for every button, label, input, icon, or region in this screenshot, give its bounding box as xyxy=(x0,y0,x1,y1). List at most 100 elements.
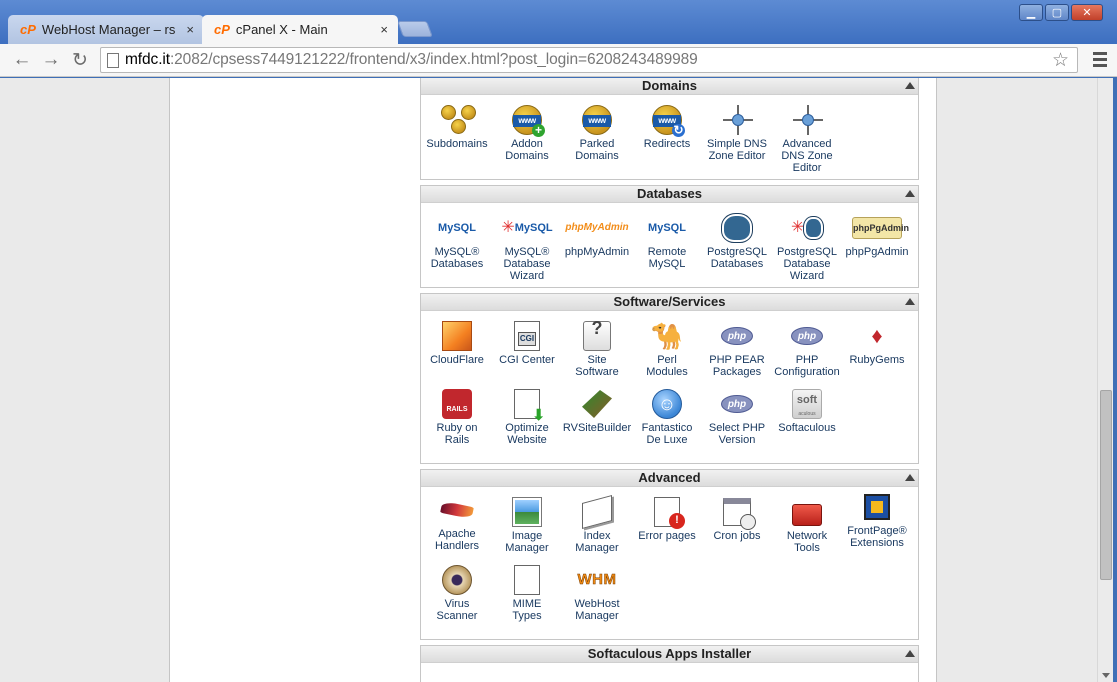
tab-cpanel-main[interactable]: cP cPanel X - Main × xyxy=(202,15,398,44)
item-postgresql-databases[interactable]: PostgreSQL Databases xyxy=(697,213,777,270)
item-php-pear[interactable]: php PHP PEAR Packages xyxy=(697,321,777,378)
item-subdomains[interactable]: Subdomains xyxy=(417,105,497,150)
item-label: Redirects xyxy=(643,138,691,150)
item-fantastico[interactable]: ☺ Fantastico De Luxe xyxy=(627,389,707,446)
item-frontpage-extensions[interactable]: FrontPage® Extensions xyxy=(837,492,917,549)
panel-title: Databases xyxy=(636,186,703,201)
item-simple-dns[interactable]: Simple DNS Zone Editor xyxy=(697,105,777,162)
address-bar[interactable]: mfdc.it:2082/cpsess7449121222/frontend/x… xyxy=(100,47,1078,73)
item-parked-domains[interactable]: www Parked Domains xyxy=(557,105,637,162)
item-rubygems[interactable]: ♦ RubyGems xyxy=(837,321,917,367)
item-label: MIME Types xyxy=(512,598,542,622)
item-cron-jobs[interactable]: Cron jobs xyxy=(697,497,777,542)
panel-header[interactable]: Softaculous Apps Installer xyxy=(421,646,918,663)
item-phppgadmin[interactable]: phpPgAdmin phpPgAdmin xyxy=(837,213,917,258)
panel-advanced: Advanced Apache Handlers Image Manager I… xyxy=(420,469,919,640)
item-select-php-version[interactable]: php Select PHP Version xyxy=(697,389,777,446)
item-mysql-databases[interactable]: MySQL MySQL® Databases xyxy=(417,213,497,270)
collapse-icon[interactable] xyxy=(905,82,915,89)
index-icon xyxy=(581,494,613,530)
item-softaculous[interactable]: soft aculous Softaculous xyxy=(767,389,847,434)
item-perl-modules[interactable]: 🐪 Perl Modules xyxy=(627,321,707,378)
url-text[interactable]: mfdc.it:2082/cpsess7449121222/frontend/x… xyxy=(125,51,698,69)
panel-header[interactable]: Databases xyxy=(421,186,918,203)
cpanel-tab-icon: cP xyxy=(214,22,230,37)
item-advanced-dns[interactable]: Advanced DNS Zone Editor xyxy=(767,105,847,174)
item-label: PostgreSQL Database Wizard xyxy=(777,246,837,282)
item-cloudflare[interactable]: CloudFlare xyxy=(417,321,497,366)
item-label: Parked Domains xyxy=(575,138,619,162)
panel-header[interactable]: Software/Services xyxy=(421,294,918,311)
item-label: Cron jobs xyxy=(713,530,761,542)
apache-icon xyxy=(440,495,474,525)
item-label: phpPgAdmin xyxy=(845,246,909,258)
scrollbar-thumb[interactable] xyxy=(1100,390,1112,580)
scroll-down-icon[interactable] xyxy=(1102,673,1110,678)
image-icon xyxy=(511,497,543,527)
item-label: PHP PEAR Packages xyxy=(709,354,765,378)
item-rvsitebuilder[interactable]: RVSiteBuilder xyxy=(557,389,637,434)
item-optimize-website[interactable]: ⬇ Optimize Website xyxy=(487,389,567,446)
collapse-icon[interactable] xyxy=(905,298,915,305)
item-postgresql-wizard[interactable]: ✳ PostgreSQL Database Wizard xyxy=(767,213,847,282)
phppgadmin-icon: phpPgAdmin xyxy=(851,213,909,243)
maximize-icon[interactable]: ▢ xyxy=(1045,4,1069,21)
item-mime-types[interactable]: MIME Types xyxy=(487,565,567,622)
perl-icon: 🐪 xyxy=(650,321,684,351)
item-label: Fantastico De Luxe xyxy=(641,422,693,446)
redirects-icon: www ↻ xyxy=(651,105,685,137)
chrome-menu-icon[interactable] xyxy=(1093,52,1107,70)
item-error-pages[interactable]: ! Error pages xyxy=(627,497,707,542)
error-pages-icon: ! xyxy=(651,497,685,529)
php-config-icon: php xyxy=(791,321,823,351)
forward-icon[interactable]: → xyxy=(39,49,63,71)
url-host: mfdc.it xyxy=(125,51,170,68)
item-virus-scanner[interactable]: Virus Scanner xyxy=(417,565,497,622)
postgresql-icon xyxy=(721,213,753,243)
reload-icon[interactable]: ↻ xyxy=(68,49,92,71)
item-site-software[interactable]: ? Site Software xyxy=(557,319,637,378)
item-addon-domains[interactable]: www + Addon Domains xyxy=(487,105,567,162)
minimize-icon[interactable]: ▁ xyxy=(1019,4,1043,21)
mysql-icon: MySQL xyxy=(438,222,476,234)
remote-mysql-icon: MySQL xyxy=(648,222,686,234)
panel-title: Advanced xyxy=(638,470,701,485)
close-window-icon[interactable]: ✕ xyxy=(1071,4,1103,21)
item-cgi-center[interactable]: CGI CGI Center xyxy=(487,321,567,366)
vertical-scrollbar[interactable] xyxy=(1097,78,1113,682)
item-label: CloudFlare xyxy=(430,354,484,366)
collapse-icon[interactable] xyxy=(905,650,915,657)
item-redirects[interactable]: www ↻ Redirects xyxy=(627,105,707,150)
tab-close-icon[interactable]: × xyxy=(380,22,388,37)
panel-title: Domains xyxy=(642,78,697,93)
item-apache-handlers[interactable]: Apache Handlers xyxy=(417,495,497,552)
item-remote-mysql[interactable]: MySQL Remote MySQL xyxy=(627,213,707,270)
item-network-tools[interactable]: Network Tools xyxy=(767,497,847,554)
cron-icon xyxy=(721,497,756,530)
tab-title: WebHost Manager – rs xyxy=(41,22,176,37)
item-image-manager[interactable]: Image Manager xyxy=(487,497,567,554)
collapse-icon[interactable] xyxy=(905,190,915,197)
panel-title: Softaculous Apps Installer xyxy=(587,646,752,661)
new-tab-button[interactable] xyxy=(397,21,433,37)
cpanel-content: Domains Subdomains www + Addon Domains ww… xyxy=(169,78,937,682)
addon-domains-icon: www + xyxy=(511,105,545,137)
item-label: Optimize Website xyxy=(505,422,549,446)
item-index-manager[interactable]: Index Manager xyxy=(557,494,637,554)
page-viewport: Domains Subdomains www + Addon Domains ww… xyxy=(0,78,1117,682)
item-webhost-manager[interactable]: WHM WebHost Manager xyxy=(557,565,637,622)
back-icon[interactable]: ← xyxy=(10,49,34,71)
tab-close-icon[interactable]: × xyxy=(186,22,194,37)
item-label: MySQL® Database Wizard xyxy=(503,246,551,282)
bookmark-star-icon[interactable]: ☆ xyxy=(1052,49,1069,72)
item-phpmyadmin[interactable]: phpMyAdmin phpMyAdmin xyxy=(557,213,637,258)
panel-header[interactable]: Domains xyxy=(421,78,918,95)
collapse-icon[interactable] xyxy=(905,474,915,481)
item-php-configuration[interactable]: php PHP Configuration xyxy=(767,321,847,378)
panel-header[interactable]: Advanced xyxy=(421,470,918,487)
item-mysql-wizard[interactable]: ✳ MySQL MySQL® Database Wizard xyxy=(487,213,567,283)
panel-title: Software/Services xyxy=(613,294,726,309)
tab-webhost-manager[interactable]: cP WebHost Manager – rs × xyxy=(8,15,204,44)
fantastico-icon: ☺ xyxy=(651,389,683,419)
item-ruby-on-rails[interactable]: RAILS Ruby on Rails xyxy=(417,389,497,446)
